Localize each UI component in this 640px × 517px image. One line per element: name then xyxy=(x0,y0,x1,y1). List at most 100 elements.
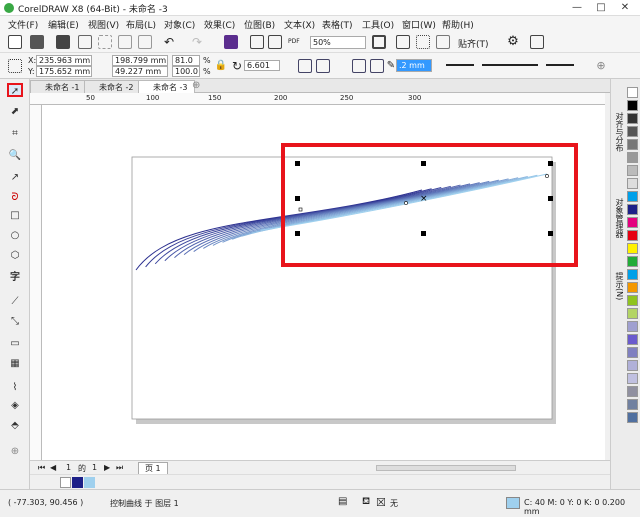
full-screen-icon[interactable] xyxy=(372,35,386,49)
guidelines-icon[interactable] xyxy=(436,35,450,49)
palette-swatch[interactable] xyxy=(627,373,638,384)
palette-swatch[interactable] xyxy=(627,321,638,332)
palette-swatch[interactable] xyxy=(627,308,638,319)
close-button[interactable]: ✕ xyxy=(614,1,636,14)
crop-icon[interactable]: ⌗ xyxy=(7,127,23,141)
line-style-select[interactable] xyxy=(482,59,538,66)
cut-icon[interactable] xyxy=(98,35,112,49)
snap-to-dropdown[interactable]: 贴齐(T) xyxy=(458,37,489,50)
handle-top-left[interactable] xyxy=(295,161,300,166)
drop-shadow-icon[interactable]: ▭ xyxy=(7,337,23,351)
menu-edit[interactable]: 编辑(E) xyxy=(48,18,79,31)
transparency-mode-icon[interactable] xyxy=(352,59,366,73)
scale-width-field[interactable]: 81.0 xyxy=(172,55,200,66)
palette-swatch[interactable] xyxy=(627,217,638,228)
palette-swatch[interactable] xyxy=(627,360,638,371)
palette-swatch[interactable] xyxy=(627,204,638,215)
menu-object[interactable]: 对象(C) xyxy=(164,18,195,31)
palette-swatch[interactable] xyxy=(627,295,638,306)
width-field[interactable]: 198.799 mm xyxy=(112,55,168,66)
first-page-icon[interactable]: ⏮ xyxy=(38,463,45,473)
parallel-dimension-icon[interactable]: ⟋ xyxy=(7,295,23,309)
palette-swatch[interactable] xyxy=(627,243,638,254)
tab-doc-2[interactable]: 未命名 -2 xyxy=(84,80,141,93)
menu-layout[interactable]: 布局(L) xyxy=(126,18,156,31)
interactive-fill-icon[interactable]: ◈ xyxy=(7,399,23,413)
minimize-button[interactable]: — xyxy=(566,1,588,14)
menu-table[interactable]: 表格(T) xyxy=(322,18,353,31)
horizontal-scrollbar[interactable] xyxy=(376,465,516,471)
outline-width-field[interactable]: .2 mm xyxy=(396,59,432,72)
palette-swatch[interactable] xyxy=(627,334,638,345)
palette-swatch[interactable] xyxy=(627,152,638,163)
prev-page-icon[interactable]: ◀ xyxy=(50,463,56,472)
no-color-swatch[interactable] xyxy=(60,477,71,488)
zoom-level-select[interactable]: 50% xyxy=(310,36,366,49)
outline-color-swatch[interactable] xyxy=(506,497,520,509)
menu-view[interactable]: 视图(V) xyxy=(88,18,119,31)
menu-text[interactable]: 文本(X) xyxy=(284,18,315,31)
menu-window[interactable]: 窗口(W) xyxy=(402,18,436,31)
next-page-icon[interactable]: ▶ xyxy=(104,463,110,472)
fill-color-icon[interactable]: ▤ xyxy=(338,496,347,507)
mirror-vertical-icon[interactable] xyxy=(316,59,330,73)
start-arrowhead-select[interactable] xyxy=(446,59,474,66)
menu-tools[interactable]: 工具(O) xyxy=(362,18,394,31)
handle-bottom-left[interactable] xyxy=(295,231,300,236)
palette-swatch[interactable] xyxy=(627,100,638,111)
gear-icon[interactable]: ⚙ xyxy=(506,35,520,49)
freehand-icon[interactable]: ↗ xyxy=(7,171,23,185)
palette-swatch[interactable] xyxy=(627,399,638,410)
palette-swatch[interactable] xyxy=(627,282,638,293)
end-arrowhead-select[interactable] xyxy=(546,59,574,66)
maximize-button[interactable]: □ xyxy=(590,1,612,14)
palette-swatch[interactable] xyxy=(627,256,638,267)
palette-swatch[interactable] xyxy=(627,178,638,189)
ellipse-icon[interactable]: ○ xyxy=(7,229,23,243)
rectangle-icon[interactable]: □ xyxy=(7,209,23,223)
menu-bitmaps[interactable]: 位图(B) xyxy=(244,18,275,31)
mirror-horizontal-icon[interactable] xyxy=(298,59,312,73)
palette-swatch[interactable] xyxy=(627,113,638,124)
palette-swatch[interactable] xyxy=(627,165,638,176)
tab-doc-1[interactable]: 未命名 -1 xyxy=(30,80,87,93)
text-icon[interactable]: 字 xyxy=(7,271,23,285)
new-document-icon[interactable] xyxy=(8,35,22,49)
docker-tab-object-manager[interactable]: 对象管理器 xyxy=(612,179,626,257)
horizontal-ruler[interactable]: 50 100 150 200 250 300 xyxy=(30,93,605,105)
paste-icon[interactable] xyxy=(138,35,152,49)
redo-icon[interactable]: ↷ xyxy=(190,35,204,49)
publish-pdf-icon[interactable]: PDF xyxy=(288,35,302,49)
palette-swatch[interactable] xyxy=(627,126,638,137)
scale-height-field[interactable]: 100.0 xyxy=(172,66,200,77)
copy-icon[interactable] xyxy=(118,35,132,49)
y-position-field[interactable]: 175.652 mm xyxy=(36,66,92,77)
polygon-icon[interactable]: ⬡ xyxy=(7,249,23,263)
rotate-icon[interactable]: ↻ xyxy=(230,59,244,73)
connector-icon[interactable]: ⤡ xyxy=(7,315,23,329)
drawing-canvas[interactable]: × xyxy=(42,105,605,460)
smart-fill-icon[interactable]: ⬘ xyxy=(7,419,23,433)
control-node[interactable] xyxy=(545,174,549,178)
new-tab-icon[interactable]: ⊕ xyxy=(192,80,200,91)
grid-icon[interactable] xyxy=(416,35,430,49)
handle-top-right[interactable] xyxy=(548,161,553,166)
tab-doc-3[interactable]: 未命名 -3 xyxy=(138,80,195,93)
doc-color-swatch[interactable] xyxy=(84,477,95,488)
export-icon[interactable] xyxy=(268,35,282,49)
control-node[interactable] xyxy=(404,201,408,205)
add-tool-icon[interactable]: ⊕ xyxy=(7,445,23,459)
shape-tool-icon[interactable]: ⬈ xyxy=(7,105,23,119)
zoom-icon[interactable]: 🔍 xyxy=(7,149,23,163)
last-page-icon[interactable]: ⏭ xyxy=(116,463,123,473)
handle-bottom-center[interactable] xyxy=(421,231,426,236)
transparency-icon[interactable]: ▦ xyxy=(7,357,23,371)
palette-swatch[interactable] xyxy=(627,230,638,241)
envelope-icon[interactable] xyxy=(370,59,384,73)
undo-icon[interactable]: ↶ xyxy=(162,35,176,49)
handle-middle-left[interactable] xyxy=(295,196,300,201)
handle-top-center[interactable] xyxy=(421,161,426,166)
x-position-field[interactable]: 235.963 mm xyxy=(36,55,92,66)
handle-middle-right[interactable] xyxy=(548,196,553,201)
menu-file[interactable]: 文件(F) xyxy=(8,18,38,31)
